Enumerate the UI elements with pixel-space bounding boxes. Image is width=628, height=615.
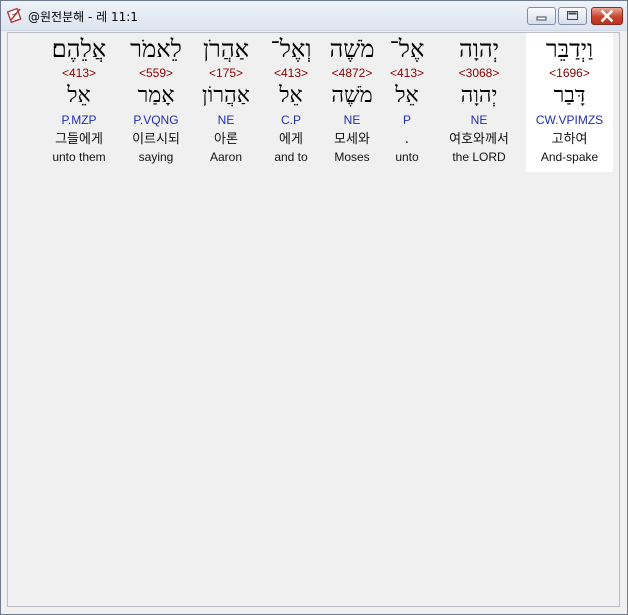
strong-number[interactable]: <175> xyxy=(195,66,257,80)
hebrew-word: וְאֶל־ xyxy=(270,35,312,63)
minimize-icon xyxy=(536,16,547,21)
word-column[interactable]: אֶל־ <413> אֵל P . unto xyxy=(383,33,431,172)
strong-number[interactable]: <413> xyxy=(383,66,431,80)
english-gloss: Moses xyxy=(334,150,370,164)
english-gloss: And-spake xyxy=(540,150,599,164)
strong-number[interactable]: <559> xyxy=(121,66,191,80)
title-bar[interactable]: @원전분해 - 레 11:1 xyxy=(1,1,627,31)
hebrew-lemma: אֵל xyxy=(395,83,419,108)
hebrew-lemma: מֹשֶׁה xyxy=(331,83,373,108)
korean-gloss: 이르시되 xyxy=(132,132,180,147)
korean-gloss: 에게 xyxy=(279,132,303,147)
morphology-code[interactable]: NE xyxy=(433,113,525,127)
korean-gloss: 그들에게 xyxy=(55,132,103,147)
korean-gloss: . xyxy=(404,132,410,147)
hebrew-word: לֵאמֹר xyxy=(130,35,182,63)
english-gloss: the LORD xyxy=(452,150,506,164)
strong-number[interactable]: <4872> xyxy=(323,66,381,80)
english-gloss: unto them xyxy=(52,150,106,164)
word-column[interactable]: מֹשֶׁה <4872> מֹשֶׁה NE 모세와 Moses xyxy=(323,33,381,172)
interlinear-panel[interactable]: וַיְדַבֵּר <1696> דָּבַר CW.VPIMZS 고하여 A… xyxy=(7,32,620,607)
word-column[interactable]: וְאֶל־ <413> אֵל C.P 에게 and to xyxy=(263,33,319,172)
morphology-code[interactable]: CW.VPIMZS xyxy=(526,113,613,127)
hebrew-word: אַהֲרֹן xyxy=(202,35,250,63)
korean-gloss: 여호와께서 xyxy=(449,132,509,147)
close-button[interactable] xyxy=(591,7,623,25)
hebrew-lemma: אַהֲרוֹן xyxy=(202,83,250,108)
close-icon xyxy=(600,9,614,23)
english-gloss: unto xyxy=(395,150,419,164)
strong-number[interactable]: <413> xyxy=(44,66,114,80)
morphology-code[interactable]: P.MZP xyxy=(44,113,114,127)
strong-number[interactable]: <413> xyxy=(263,66,319,80)
app-book-pen-icon[interactable] xyxy=(6,7,23,24)
korean-gloss: 모세와 xyxy=(334,132,370,147)
word-column[interactable]: לֵאמֹר <559> אָמַר P.VQNG 이르시되 saying xyxy=(121,33,191,172)
window-title: @원전분해 - 레 11:1 xyxy=(28,10,138,24)
maximize-button[interactable] xyxy=(558,7,587,25)
hebrew-lemma: אֵל xyxy=(67,83,91,108)
hebrew-lemma: יְהוָה xyxy=(460,83,498,108)
morphology-code[interactable]: NE xyxy=(323,113,381,127)
korean-gloss: 고하여 xyxy=(551,132,588,147)
hebrew-word: וַיְדַבֵּר xyxy=(545,35,594,63)
maximize-icon xyxy=(567,11,578,20)
english-gloss: and to xyxy=(274,150,308,164)
english-gloss: Aaron xyxy=(209,150,243,164)
minimize-button[interactable] xyxy=(527,7,556,25)
morphology-code[interactable]: C.P xyxy=(263,113,319,127)
app-window: @원전분해 - 레 11:1 וַיְדַבֵּר <1696> דָּבַר … xyxy=(0,0,628,615)
hebrew-word: יְהוָה xyxy=(458,35,500,63)
morphology-code[interactable]: P.VQNG xyxy=(121,113,191,127)
hebrew-word: מֹשֶׁה xyxy=(329,35,375,63)
strong-number[interactable]: <3068> xyxy=(433,66,525,80)
hebrew-word: אֲלֵהֶם׃ xyxy=(51,35,107,63)
morphology-code[interactable]: NE xyxy=(195,113,257,127)
hebrew-lemma: דָּבַר xyxy=(553,83,586,108)
hebrew-lemma: אָמַר xyxy=(137,83,175,108)
word-column[interactable]: וַיְדַבֵּר <1696> דָּבַר CW.VPIMZS 고하여 A… xyxy=(526,33,613,172)
hebrew-word: אֶל־ xyxy=(389,35,425,63)
word-column[interactable]: אַהֲרֹן <175> אַהֲרוֹן NE 아론 Aaron xyxy=(195,33,257,172)
korean-gloss: 아론 xyxy=(214,132,238,147)
word-column[interactable]: אֲלֵהֶם׃ <413> אֵל P.MZP 그들에게 unto them xyxy=(44,33,114,172)
english-gloss: saying xyxy=(138,150,174,164)
strong-number[interactable]: <1696> xyxy=(526,66,613,80)
word-column[interactable]: יְהוָה <3068> יְהוָה NE 여호와께서 the LORD xyxy=(433,33,525,172)
morphology-code[interactable]: P xyxy=(383,113,431,127)
hebrew-lemma: אֵל xyxy=(279,83,303,108)
